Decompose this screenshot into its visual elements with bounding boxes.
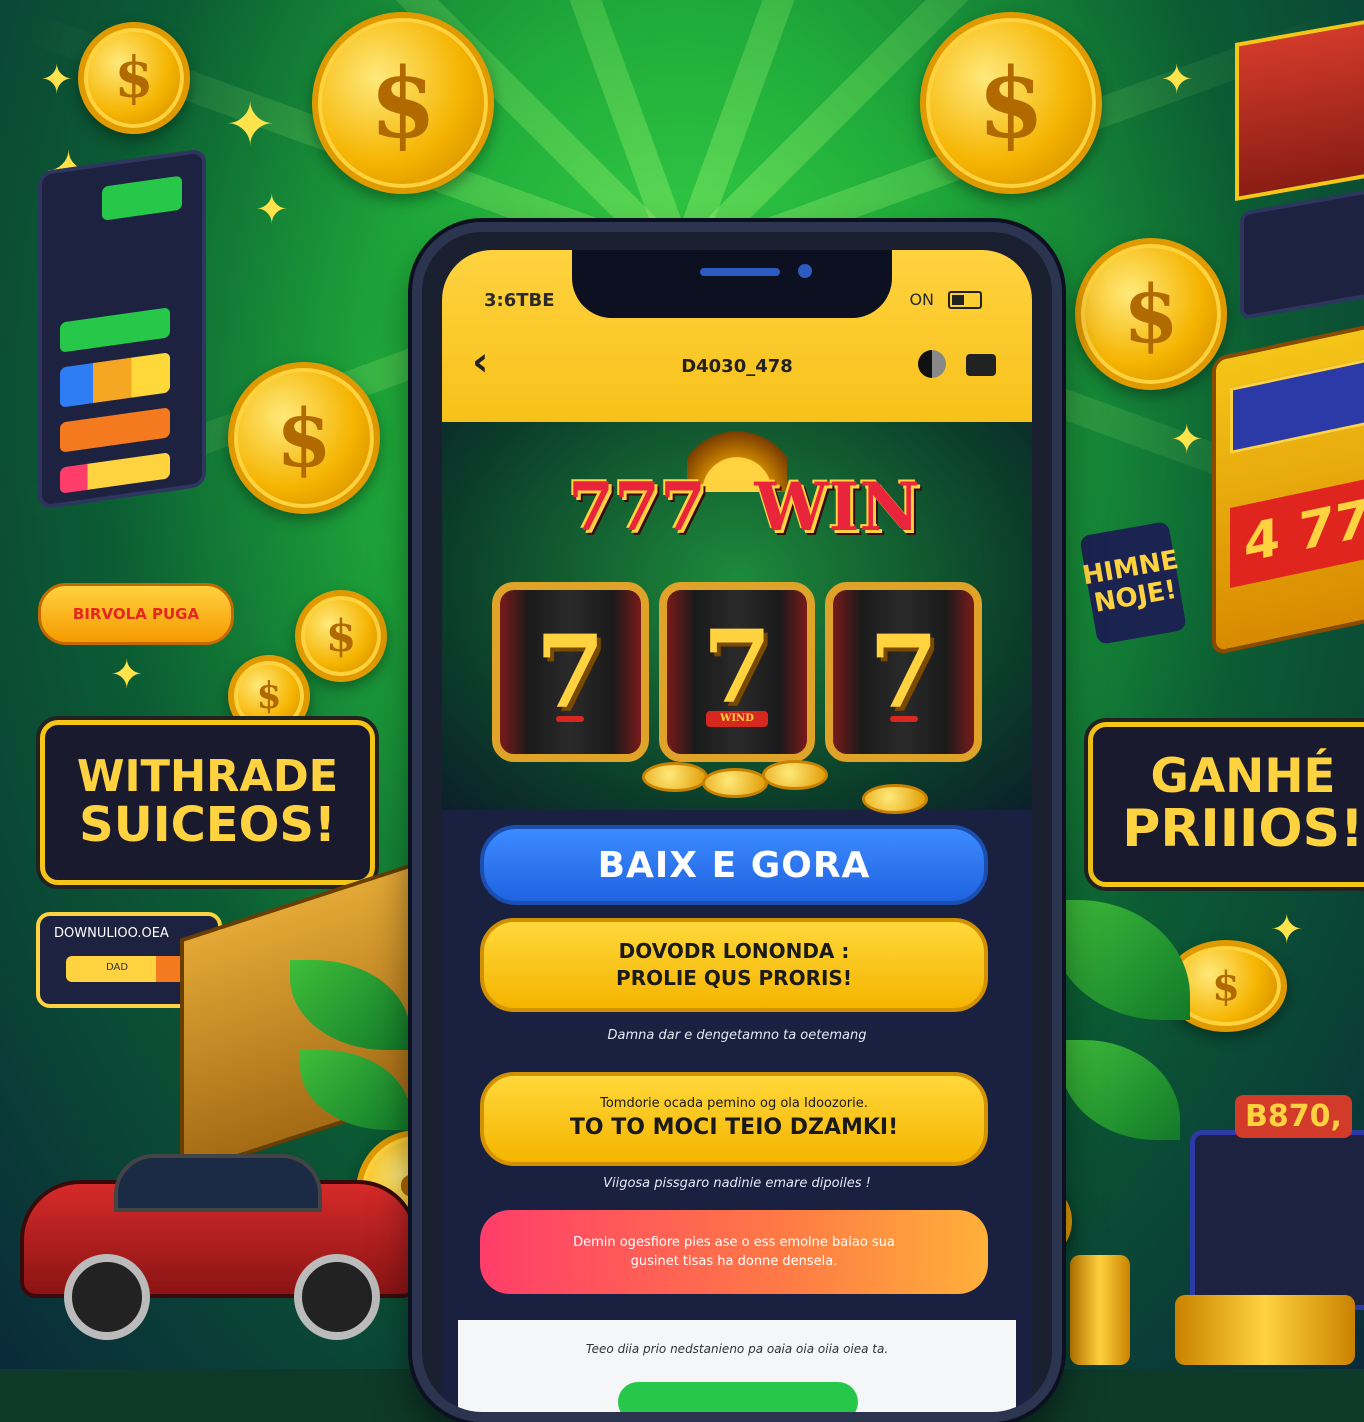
slot-sign-777: 777 — [568, 468, 706, 546]
coin-stack — [1175, 1295, 1355, 1365]
left-promo-box: WITHRADE SUICEOS! — [40, 720, 375, 885]
right-slot-machine: 4 77 — [1212, 322, 1364, 656]
footer-section: Teeo diia prio nedstanieno pa oaia oia o… — [458, 1320, 1016, 1412]
left-promo-line2: SUICEOS! — [79, 796, 336, 853]
right-machine-number: 4 77 — [1230, 476, 1364, 589]
footer-green-button[interactable] — [618, 1382, 858, 1412]
right-promo-box: GANHÉ PRIIIOS! — [1088, 722, 1364, 887]
right-slot-machine-2: B870, — [1190, 1095, 1364, 1310]
footer-text: Teeo diia prio nedstanieno pa oaia oia o… — [585, 1342, 889, 1356]
right-sign-bottom: B870, — [1235, 1095, 1352, 1138]
coin-pile — [862, 784, 928, 814]
sparkle-icon: ✦ — [40, 57, 74, 103]
phone-screen: 3:6TBE ON ‹ D4030_478 777 WIN 7 7 WIND 7… — [442, 250, 1032, 1412]
sparkle-icon: ✦ — [1270, 907, 1304, 953]
coin-icon: $ — [295, 590, 387, 682]
share-icon[interactable] — [966, 354, 996, 376]
sparkle-icon: ✦ — [225, 90, 276, 160]
right-promo-line2: PRIIIOS! — [1122, 798, 1364, 859]
status-signal: ON — [909, 290, 934, 309]
coin-icon: $ — [78, 22, 190, 134]
right-hoje-sign: HIMNE NOJE! — [1079, 521, 1187, 645]
coin-icon: $ — [1075, 238, 1227, 390]
status-icons: ON — [909, 290, 982, 309]
slot-reel: 7 — [492, 582, 649, 762]
left-app-card — [38, 148, 206, 510]
slot-reel: 7 — [825, 582, 983, 762]
sparkle-icon: ✦ — [1170, 417, 1204, 463]
sparkle-icon: ✦ — [110, 652, 144, 698]
coin-icon: $ — [920, 12, 1102, 194]
right-building-illustration — [1235, 16, 1364, 202]
left-pill-banner: BIRVOLA PUGA — [38, 583, 234, 645]
theme-icon[interactable] — [918, 350, 946, 378]
coin-stack — [1070, 1255, 1130, 1365]
caption-1: Damna dar e dengetamno ta oetemang — [607, 1028, 867, 1043]
status-time: 3:6TBE — [484, 290, 555, 311]
coin-pile — [642, 762, 708, 792]
phone-notch — [572, 250, 892, 318]
promo-button-3[interactable]: Demin ogesfiore pies ase o ess emolne ba… — [480, 1210, 988, 1294]
slot-reel: 7 WIND — [658, 582, 816, 762]
app-header: 3:6TBE ON ‹ D4030_478 — [442, 250, 1032, 422]
sparkle-icon: ✦ — [1160, 57, 1194, 103]
coin-icon: $ — [228, 362, 380, 514]
bubble-title: DOWNULIOO.OEA — [54, 926, 169, 941]
coin-pile — [702, 768, 768, 798]
car-illustration — [20, 1154, 418, 1340]
promo-button-2[interactable]: Tomdorie ocada pemino og ola Idoozorie. … — [480, 1072, 988, 1166]
phone-mockup: 3:6TBE ON ‹ D4030_478 777 WIN 7 7 WIND 7… — [412, 222, 1062, 1422]
coin-pile — [762, 760, 828, 790]
sparkle-icon: ✦ — [255, 187, 289, 233]
right-promo-line1: GANHÉ — [1150, 749, 1336, 804]
battery-icon — [948, 290, 982, 309]
promo-button-1[interactable]: DOVODR LONONDA : PROLIE QUS PRORIS! — [480, 918, 988, 1012]
coin-icon: $ — [312, 12, 494, 194]
slot-sign-win: WIN — [754, 468, 920, 546]
slot-machine-banner: 777 WIN 7 7 WIND 7 — [442, 422, 1032, 814]
left-promo-line1: WITHRADE — [76, 751, 339, 802]
caption-2: Viigosa pissgaro nadinie emare dipoiles … — [603, 1176, 871, 1191]
download-now-button[interactable]: BAIX E GORA — [480, 825, 988, 905]
slot-reels: 7 7 WIND 7 — [492, 582, 983, 762]
